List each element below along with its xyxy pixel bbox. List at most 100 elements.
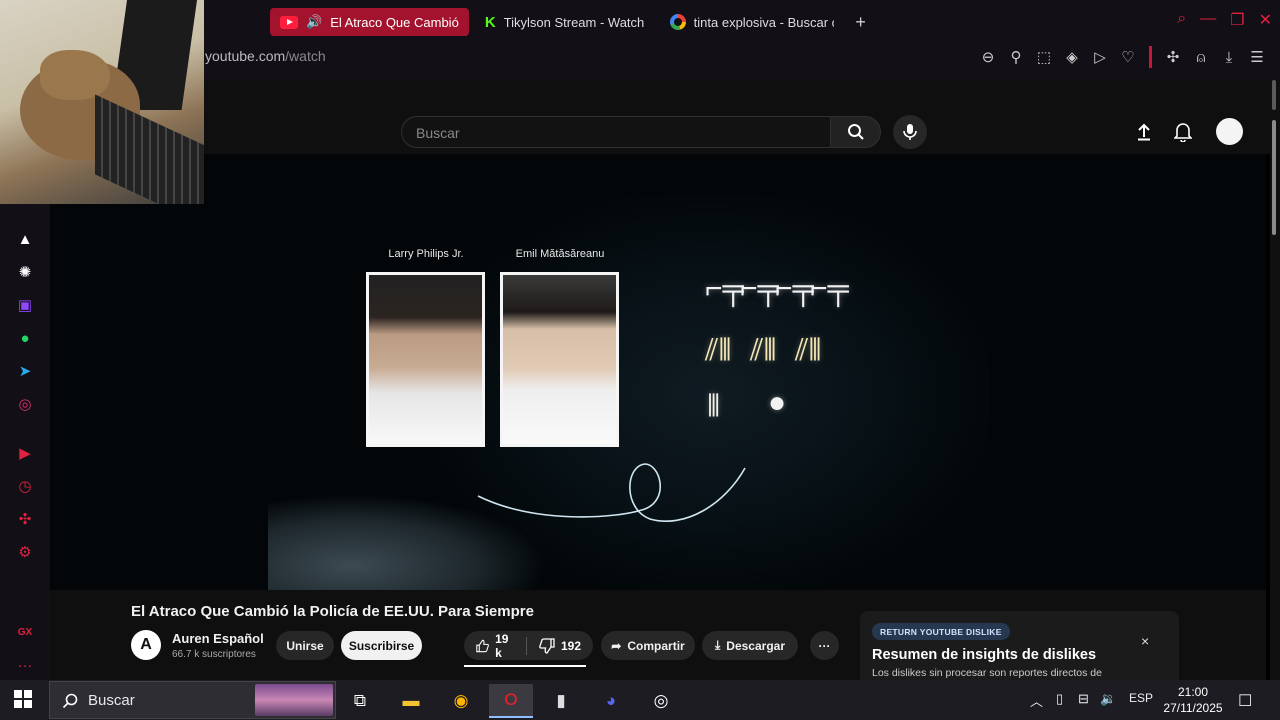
channel-subscribers: 66.7 k suscriptores [172,649,256,660]
chatgpt-icon[interactable]: ✺ [14,261,36,283]
taskbar-search-label: Buscar [88,691,135,709]
share-button[interactable]: ➦ Compartir [601,631,695,660]
network-icon[interactable]: ⊟ [1078,691,1089,707]
window-controls: ⌕ — ❐ ✕ [1177,10,1272,30]
opera-gx-icon[interactable]: O [489,684,533,718]
zoom-icon[interactable]: ⊖ [979,48,997,66]
download-arrow-icon: ⤓ [714,638,721,652]
language-indicator[interactable]: ESP [1129,691,1153,705]
settings-icon[interactable]: ⚙ [14,541,36,563]
telegram-icon[interactable]: ➤ [14,360,36,382]
taskbar-search-icon [62,693,78,709]
upload-button[interactable] [1132,120,1156,144]
ryd-close-icon[interactable]: × [1141,633,1149,649]
search-icon [847,124,864,140]
thumbs-down-icon [539,637,555,654]
obs-icon[interactable]: ◎ [639,684,683,718]
capybara-head [40,50,110,100]
tray-chevron-icon[interactable]: ︿ [1030,691,1043,710]
task-view-icon[interactable]: ⧉ [338,684,382,718]
youtube-icon [280,15,298,29]
notifications-button[interactable] [1171,120,1195,144]
channel-name[interactable]: Auren Español [172,631,264,646]
instagram-icon[interactable]: ◎ [14,393,36,415]
menu-icon[interactable]: ☰ [1248,48,1266,66]
tab-strip: 🔊 El Atraco Que Cambió K Tikylson Stream… [270,8,872,38]
person2-photo [500,272,619,447]
channel-avatar[interactable]: A [131,630,161,660]
extensions-sidebar-icon[interactable]: ✣ [14,508,36,530]
discord-icon[interactable]: ◕ [589,684,633,718]
tray-usb-icon[interactable]: ▯ [1056,691,1063,707]
kick-icon: K [484,13,496,31]
volume-icon[interactable]: 🔉 [1100,691,1116,707]
person2-label: Emil Mătăsăreanu [515,248,605,260]
close-button[interactable]: ✕ [1259,10,1272,30]
twitch-icon[interactable]: ▣ [14,294,36,316]
page-scrollbar[interactable] [1270,80,1280,680]
dislike-button[interactable]: 192 [527,631,593,660]
maximize-button[interactable]: ❐ [1230,10,1244,30]
speaker-icon[interactable]: 🔊 [306,14,322,30]
download-icon[interactable]: ⤓ [1220,49,1238,66]
clock-time: 21:00 [1177,685,1209,699]
account-avatar[interactable] [1216,118,1243,145]
pocket-icon[interactable]: ◈ [1063,48,1081,66]
aria-icon[interactable]: ▲ [14,228,36,250]
search-button[interactable] [830,116,881,148]
rifle-icon: ⌐╤ [775,272,814,305]
video-title: El Atraco Que Cambió la Policía de EE.UU… [131,603,534,620]
heart-icon[interactable]: ♡ [1119,48,1137,66]
file-explorer-icon[interactable]: ▬ [389,684,433,718]
address-bar[interactable]: youtube.com/watch [205,48,326,64]
join-button[interactable]: Unirse [276,631,334,660]
pin-icon[interactable]: ⚲ [1007,48,1025,66]
video-player[interactable]: Larry Philips Jr. Emil Mătăsăreanu ⌐╤ ⌐╤… [50,154,1266,590]
ryd-text: Los dislikes sin procesar son reportes d… [872,667,1102,679]
notification-center-icon[interactable]: ☐ [1238,691,1252,711]
search-input[interactable]: Buscar [401,116,831,148]
new-tab-button[interactable]: + [850,11,872,33]
more-actions-button[interactable]: ··· [810,631,839,660]
whatsapp-icon[interactable]: ● [14,327,36,349]
game-app-icon[interactable]: ◉ [439,684,483,718]
url-host: youtube.com [205,48,286,64]
windows-start-icon[interactable] [14,690,32,708]
gx-corner-icon[interactable]: GX [14,621,36,643]
tab-google[interactable]: tinta explosiva - Buscar c [660,8,844,36]
tab-youtube[interactable]: 🔊 El Atraco Que Cambió [270,8,469,36]
snapshot-icon[interactable]: ⬚ [1035,48,1053,66]
bullets-icon: ⦀ [707,390,721,423]
url-path: /watch [285,48,326,64]
player-icon[interactable]: ▶ [14,442,36,464]
person1-photo [366,272,485,447]
scrollbar-thumb[interactable] [1272,120,1276,235]
magazine-icon: ⫽⦀ [795,334,822,367]
sidebar-more-icon[interactable]: ··· [14,654,36,676]
fuse-line [477,463,746,522]
taskbar-clock[interactable]: 21:00 27/11/2025 [1158,684,1228,716]
profile-icon[interactable]: ⍝ [1192,49,1210,66]
keyboard-shape [95,94,204,204]
rifle-icon: ⌐╤ [740,272,779,305]
microphone-app-icon[interactable]: ▮ [539,684,583,718]
scrollbar-thumb-top[interactable] [1272,80,1276,110]
bomb-icon: ● [768,386,787,419]
history-icon[interactable]: ◷ [14,475,36,497]
like-dislike-bar: 19 k 192 [464,631,593,660]
send-icon[interactable]: ▷ [1091,48,1109,66]
dislike-count: 192 [560,638,581,653]
download-button[interactable]: ⤓ Descargar [702,631,798,660]
minimize-button[interactable]: — [1200,10,1216,30]
voice-search-button[interactable] [893,115,927,149]
taskbar-search[interactable]: Buscar [49,681,336,719]
search-tabs-icon[interactable]: ⌕ [1177,10,1186,30]
like-ratio-bar [464,665,586,667]
bell-icon [1174,123,1192,142]
share-icon: ➦ [611,638,622,653]
like-button[interactable]: 19 k [464,631,526,660]
tab-kick[interactable]: K Tikylson Stream - Watch [475,8,654,36]
magazine-icon: ⫽⦀ [750,334,777,367]
subscribe-button[interactable]: Suscribirse [341,631,422,660]
extensions-icon[interactable]: ✣ [1164,48,1182,66]
